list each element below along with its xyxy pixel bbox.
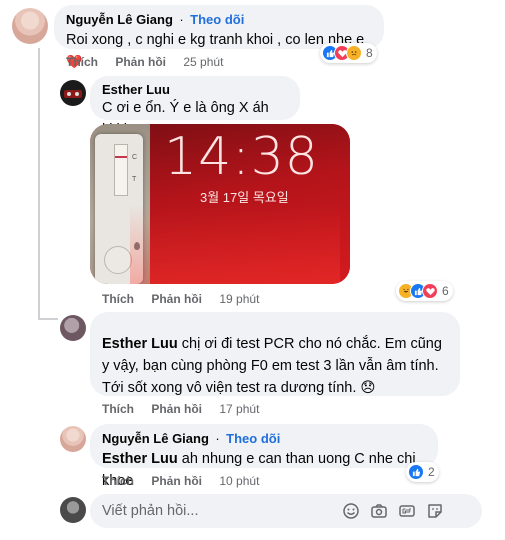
reaction-summary[interactable]: 8 <box>320 43 377 63</box>
avatar[interactable] <box>12 8 48 44</box>
comment-text-content: Roi xong , c nghi e kg tranh khoi , co l… <box>66 32 365 48</box>
mention-link[interactable]: Esther Luu <box>102 451 178 467</box>
comment-author[interactable]: Esther Luu <box>102 82 288 97</box>
reply-input[interactable] <box>102 494 342 528</box>
reaction-count: 2 <box>428 465 435 479</box>
reply-button[interactable]: Phản hồi <box>151 474 202 488</box>
comment-bubble: Esther Luu chị ơi đi test PCR cho nó chắ… <box>90 312 460 396</box>
test-label-t: T <box>132 176 137 183</box>
reaction-summary[interactable]: 6 <box>396 281 453 301</box>
separator-dot: · <box>215 431 220 446</box>
reaction-count: 6 <box>442 284 449 298</box>
like-button[interactable]: Thích <box>66 55 98 69</box>
reply-button[interactable]: Phản hồi <box>151 292 202 306</box>
reaction-count: 8 <box>366 46 373 60</box>
thread-line <box>38 48 40 318</box>
lockscreen-time: 14:38 <box>164 127 319 187</box>
separator-dot: · <box>179 12 184 27</box>
emoji-icon[interactable] <box>342 502 360 520</box>
timestamp[interactable]: 17 phút <box>219 402 259 416</box>
love-reaction-icon <box>422 283 438 299</box>
comment-actions: Thích Phản hồi 17 phút <box>102 402 259 416</box>
comment-photo[interactable]: C T 14:38 3월 17일 목요일 <box>90 124 350 284</box>
comment-actions: Thích Phản hồi 10 phút <box>102 474 259 488</box>
like-button[interactable]: Thích <box>102 292 134 306</box>
camera-icon[interactable] <box>370 502 388 520</box>
test-window <box>114 144 128 196</box>
comment-text: Esther Luu chị ơi đi test PCR cho nó chắ… <box>102 333 448 399</box>
thread-line-reply <box>38 318 58 320</box>
reply-button[interactable]: Phản hồi <box>115 55 166 69</box>
gif-icon[interactable] <box>398 502 416 520</box>
comment-actions: Thích Phản hồi 19 phút <box>102 292 259 306</box>
sticker-icon[interactable] <box>426 502 444 520</box>
current-user-avatar[interactable] <box>60 497 86 523</box>
comment-bubble: Esther Luu C ơi e ổn. Ý e là ông X áh kk… <box>90 76 300 138</box>
like-button[interactable]: Thích <box>102 402 134 416</box>
sample-well <box>104 246 132 274</box>
reaction-summary[interactable]: 2 <box>406 462 439 482</box>
comment-author[interactable]: Nguyễn Lê Giang <box>102 431 209 446</box>
avatar[interactable] <box>60 80 86 106</box>
timestamp[interactable]: 19 phút <box>219 292 259 306</box>
test-label-c: C <box>132 154 138 161</box>
timestamp[interactable]: 10 phút <box>219 474 259 488</box>
follow-link[interactable]: Theo dõi <box>190 12 244 27</box>
avatar[interactable] <box>60 315 86 341</box>
timestamp[interactable]: 25 phút <box>183 55 223 69</box>
comment-author[interactable]: Nguyễn Lê Giang <box>66 12 173 27</box>
avatar[interactable] <box>60 426 86 452</box>
test-line <box>115 156 127 158</box>
comment-bubble: Nguyễn Lê Giang · Theo dõi Esther Luu ah… <box>90 424 438 489</box>
reply-button[interactable]: Phản hồi <box>151 402 202 416</box>
like-reaction-icon <box>408 464 424 480</box>
care-reaction-icon <box>346 45 362 61</box>
mention-link[interactable]: Esther Luu <box>102 336 178 352</box>
reply-composer[interactable] <box>90 494 482 528</box>
follow-link[interactable]: Theo dõi <box>226 431 280 446</box>
comment-actions: Thích Phản hồi 25 phút <box>66 55 223 69</box>
like-button[interactable]: Thích <box>102 474 134 488</box>
phone-highlight <box>130 204 340 284</box>
